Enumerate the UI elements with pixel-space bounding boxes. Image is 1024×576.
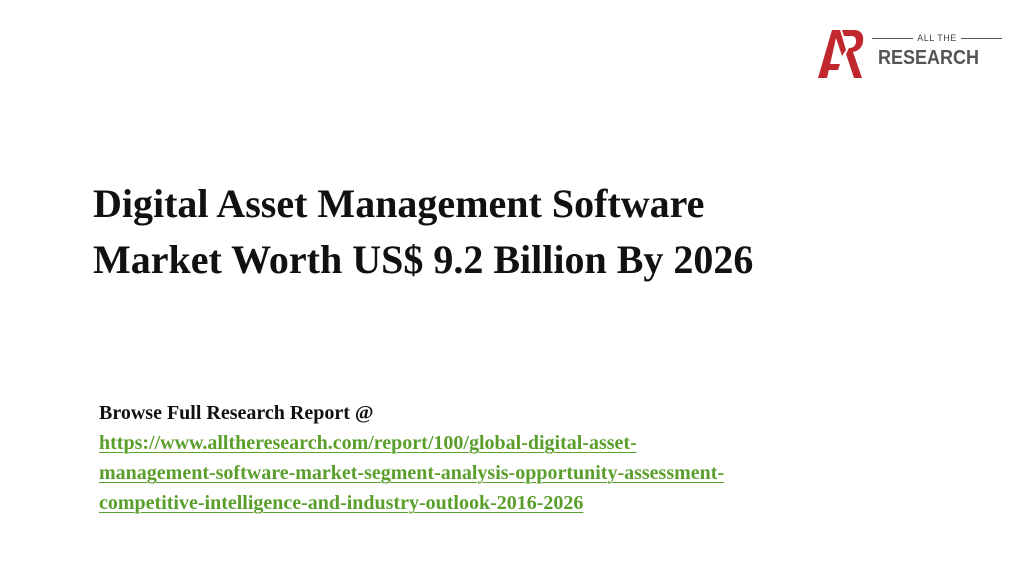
logo-divider-right <box>960 37 1002 39</box>
logo-divider-left <box>872 37 914 39</box>
title-line-2: Market Worth US$ 9.2 Billion By 2026 <box>93 237 754 282</box>
browse-label: Browse Full Research Report @ <box>99 402 374 424</box>
report-link[interactable]: https://www.alltheresearch.com/report/10… <box>99 428 959 518</box>
logo-research: RESEARCH <box>878 47 980 69</box>
report-link-line-3: competitive-intelligence-and-industry-ou… <box>99 492 584 514</box>
company-logo: ALL THE RESEARCH <box>816 26 1006 82</box>
ar-logo-icon <box>818 30 864 78</box>
browse-report-block: Browse Full Research Report @ https://ww… <box>99 398 959 518</box>
title-line-1: Digital Asset Management Software <box>93 181 705 226</box>
slide-title: Digital Asset Management Software Market… <box>93 176 953 288</box>
logo-top-row: ALL THE <box>872 32 1002 44</box>
logo-all-the: ALL THE <box>917 33 957 43</box>
report-link-line-1: https://www.alltheresearch.com/report/10… <box>99 432 637 454</box>
slide: ALL THE RESEARCH Digital Asset Managemen… <box>0 0 1024 576</box>
report-link-line-2: management-software-market-segment-analy… <box>99 462 725 484</box>
logo-wordmark: ALL THE RESEARCH <box>872 32 1002 72</box>
